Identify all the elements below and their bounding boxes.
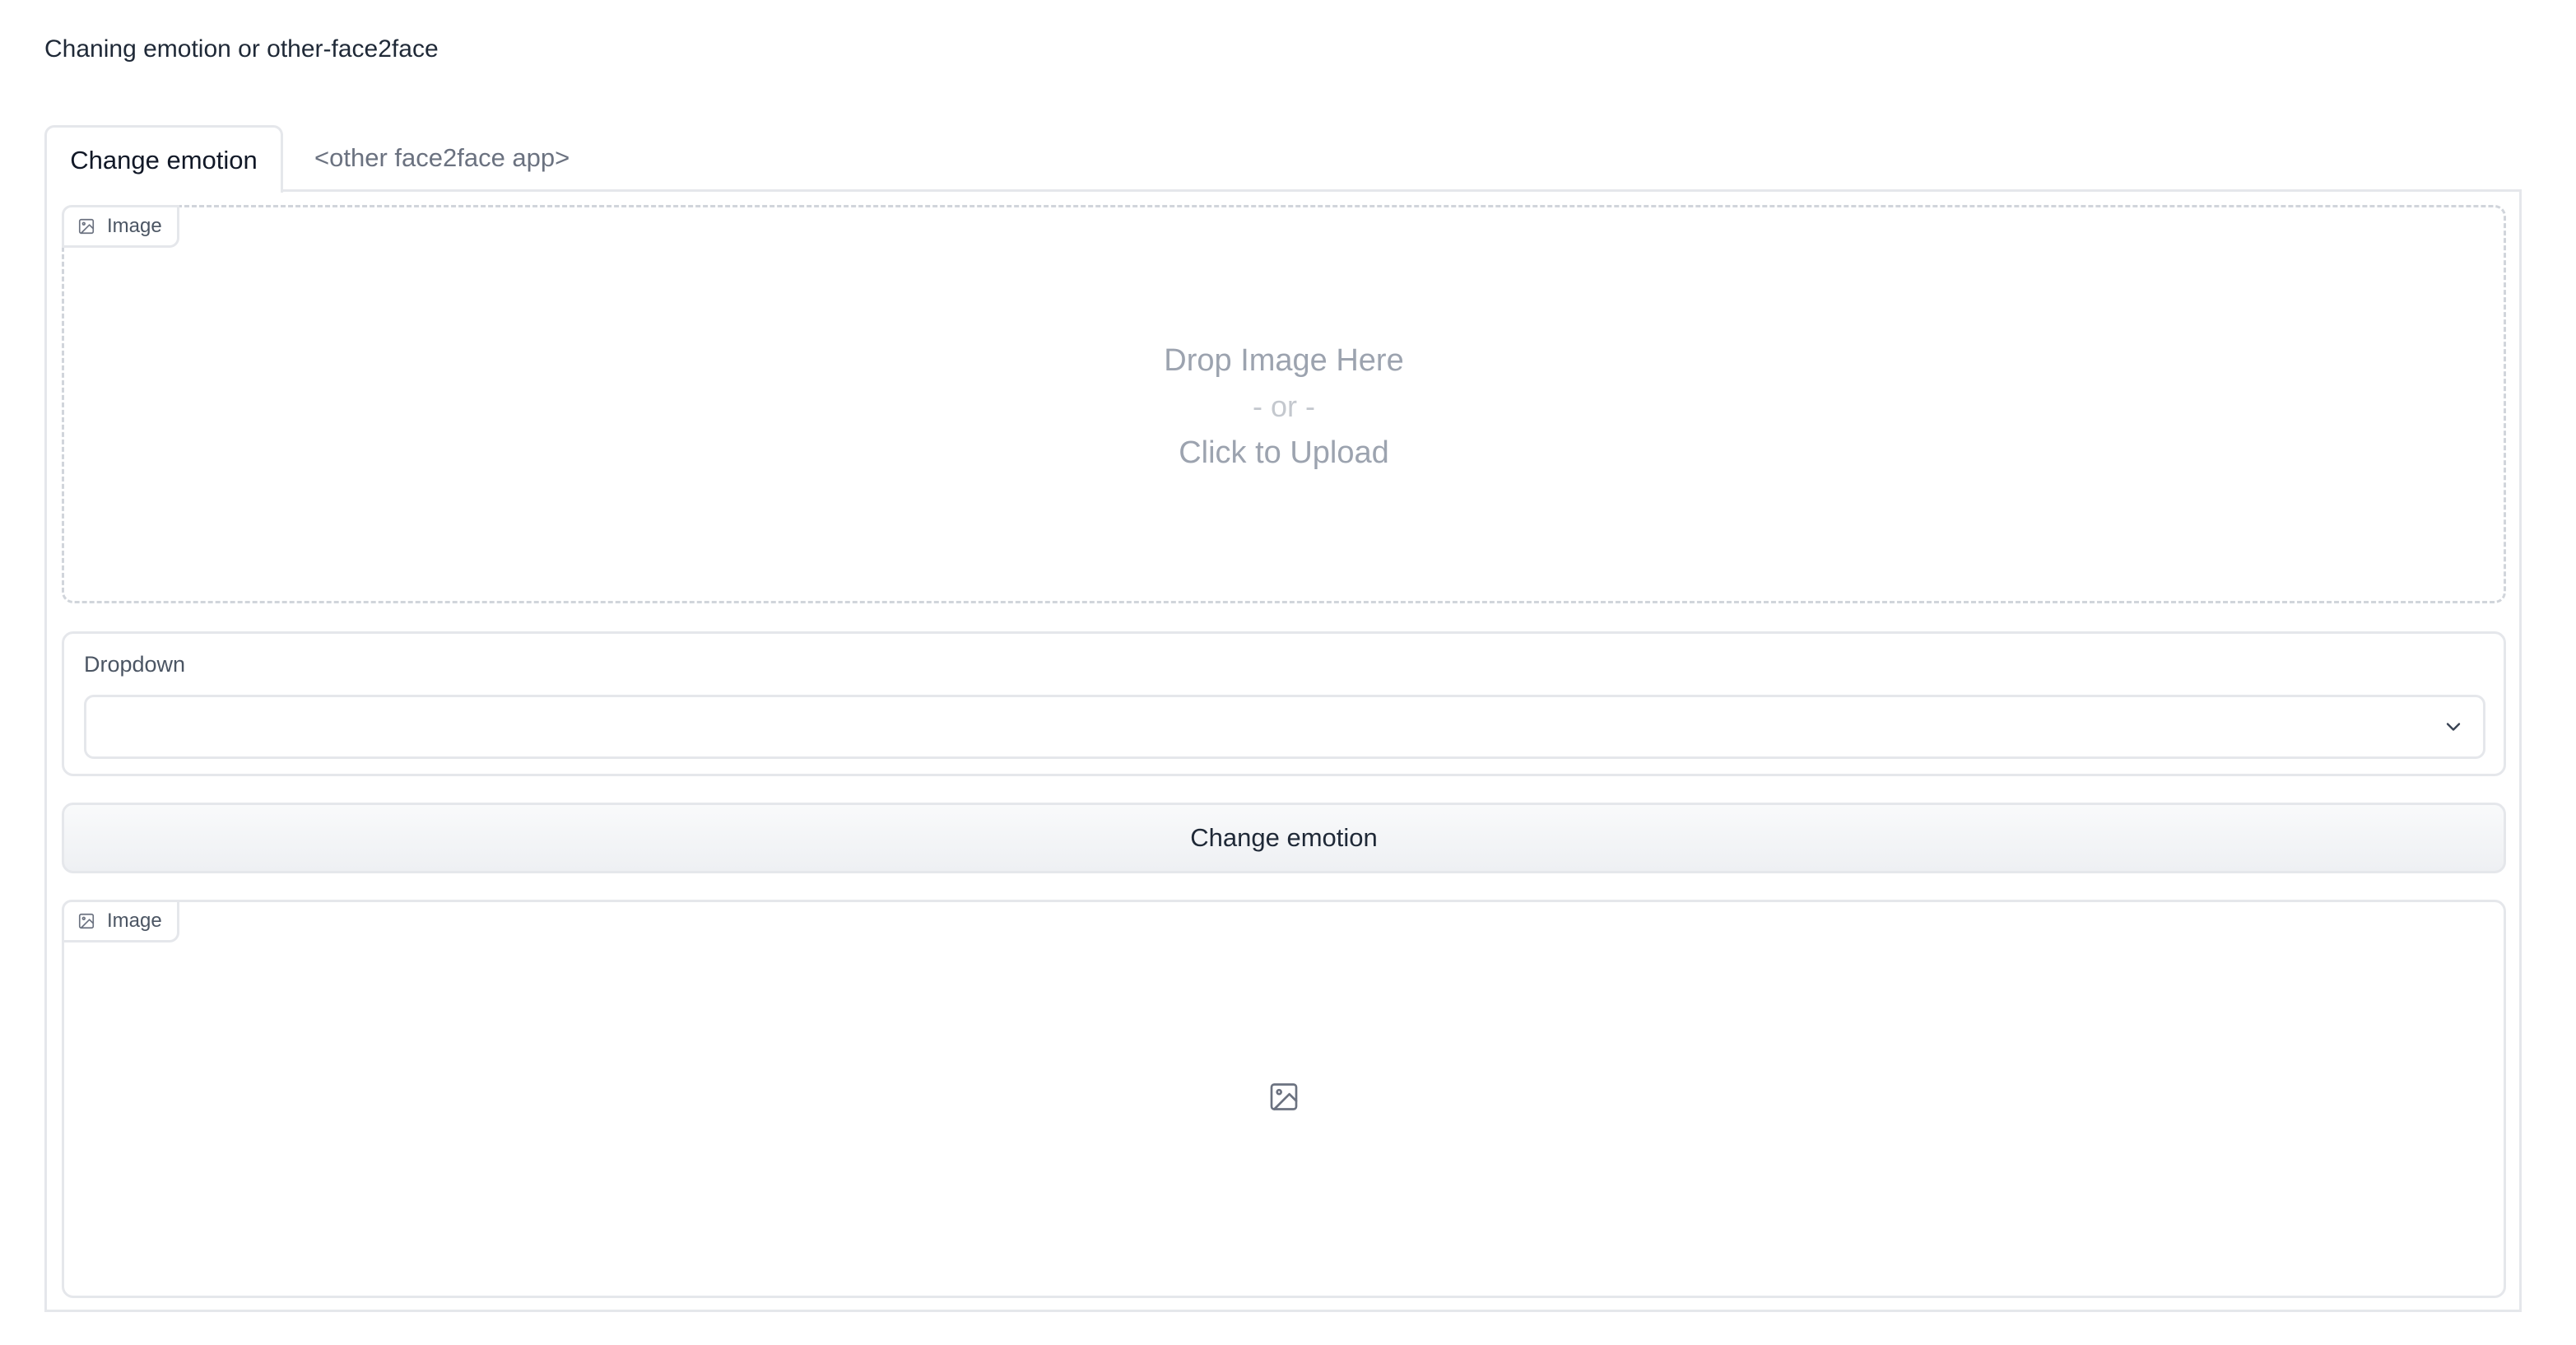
tab-other-face2face-app[interactable]: <other face2face app>: [283, 125, 599, 191]
image-icon: [77, 217, 95, 235]
upload-instructions: Drop Image Here - or - Click to Upload: [64, 337, 2504, 476]
chevron-down-icon: [2442, 715, 2465, 742]
image-placeholder-icon: [1267, 1081, 1300, 1118]
drop-image-text: Drop Image Here: [1164, 343, 1404, 378]
dropdown-select[interactable]: [84, 695, 2485, 759]
or-separator-text: - or -: [1253, 389, 1315, 423]
tab-bar: Change emotion <other face2face app>: [44, 125, 599, 193]
image-output: Image: [62, 900, 2506, 1298]
image-output-label: Image: [62, 900, 179, 942]
page-title: Chaning emotion or other-face2face: [44, 35, 439, 63]
image-output-label-text: Image: [107, 910, 162, 932]
image-input-label-text: Image: [107, 215, 162, 237]
change-emotion-button[interactable]: Change emotion: [62, 803, 2506, 873]
tab-panel: Image Drop Image Here - or - Click to Up…: [44, 189, 2522, 1312]
image-upload-dropzone[interactable]: Image Drop Image Here - or - Click to Up…: [62, 205, 2506, 603]
dropdown-label: Dropdown: [84, 652, 186, 677]
dropdown-block: Dropdown: [62, 631, 2506, 776]
image-input-label: Image: [62, 205, 179, 248]
click-to-upload-text: Click to Upload: [1179, 435, 1389, 470]
image-icon: [77, 912, 95, 930]
tab-change-emotion[interactable]: Change emotion: [44, 125, 283, 193]
